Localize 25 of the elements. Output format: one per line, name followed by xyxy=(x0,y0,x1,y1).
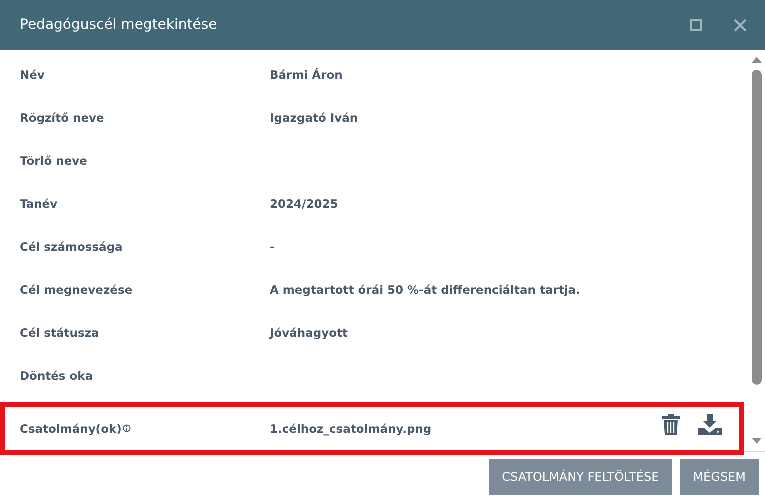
field-value: 2024/2025 xyxy=(270,196,338,210)
field-value: Jóváhagyott xyxy=(270,326,348,340)
footer-button[interactable]: MÉGSEM xyxy=(680,458,759,494)
field-label: Rögzítő neve xyxy=(20,110,104,124)
field-label: Csatolmány(ok) xyxy=(20,422,122,436)
field-label: Cél megnevezése xyxy=(20,282,133,296)
field-label: Név xyxy=(20,68,45,82)
info-icon xyxy=(122,424,131,433)
maximize-button[interactable] xyxy=(687,16,705,34)
footer-button[interactable]: CSATOLMÁNY FELTÖLTÉSE xyxy=(489,458,672,494)
field-label: Cél számossága xyxy=(20,240,123,254)
window-title: Pedagóguscél megtekintése xyxy=(20,17,218,33)
field-label: Cél státusza xyxy=(20,326,100,340)
download-button[interactable] xyxy=(698,414,722,435)
field-value: 1.célhoz_csatolmány.png xyxy=(270,422,432,436)
field-value: - xyxy=(270,240,275,254)
scroll-up-icon[interactable] xyxy=(752,56,762,64)
field-label: Döntés oka xyxy=(20,368,94,382)
field-label: Törlő neve xyxy=(20,154,88,168)
scroll-down-icon[interactable] xyxy=(752,437,762,445)
delete-button[interactable] xyxy=(662,414,680,435)
field-value: Bármi Áron xyxy=(270,68,343,82)
field-label: Tanév xyxy=(20,196,58,210)
field-value: A megtartott órái 50 %-át differenciáltan tartja. xyxy=(270,282,580,296)
field-value: Igazgató Iván xyxy=(270,110,358,124)
